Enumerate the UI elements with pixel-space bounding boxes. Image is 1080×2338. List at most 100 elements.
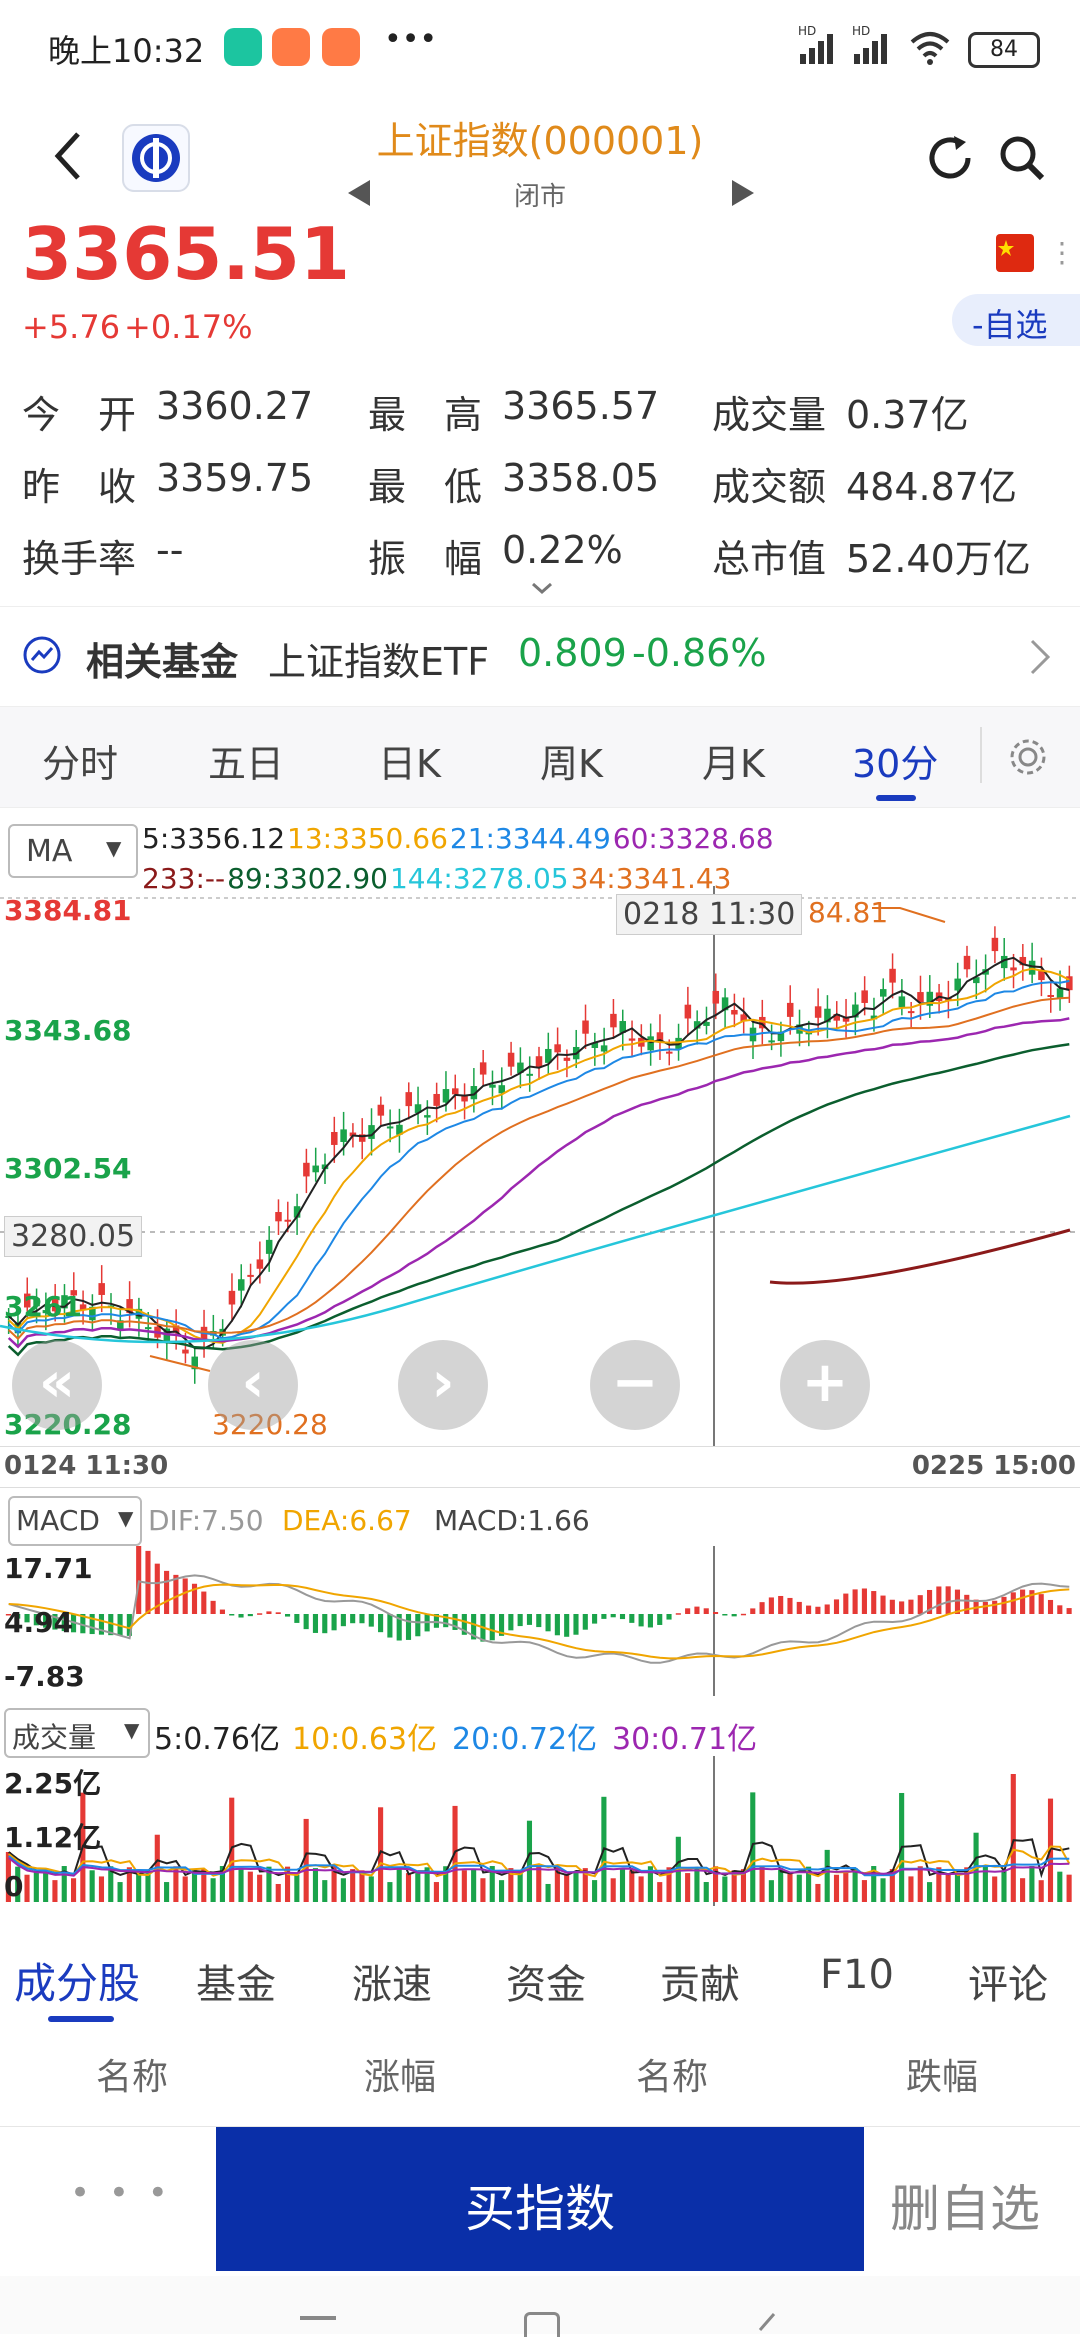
kline-candle — [238, 1279, 245, 1291]
price-change-pct: +0.17% — [124, 308, 253, 346]
back-nav-icon[interactable] — [754, 2310, 778, 2334]
macd-histogram-bar — [768, 1597, 774, 1614]
col-name: 名称 — [96, 2057, 169, 2098]
kline-candle — [340, 1129, 347, 1142]
expand-chevron-icon[interactable] — [530, 580, 554, 595]
remove-watchlist-button[interactable]: -自选 — [952, 294, 1080, 346]
volume-bar — [387, 1882, 393, 1902]
vol-y-label: 1.12亿 — [4, 1821, 102, 1854]
volume-bar — [1020, 1878, 1026, 1902]
macd-histogram-bar — [303, 1614, 309, 1630]
volume-bar — [880, 1878, 886, 1902]
kline-candle — [610, 1013, 617, 1028]
tab-monthly[interactable]: 月K — [702, 733, 765, 788]
menu-nav-icon[interactable] — [300, 2316, 336, 2320]
col-loss[interactable]: 跌幅 — [906, 2048, 978, 2100]
macd-histogram-bar — [992, 1600, 998, 1614]
volume-bar — [322, 1880, 328, 1902]
col-gain[interactable]: 涨幅 — [364, 2048, 436, 2100]
macd-histogram-bar — [294, 1614, 300, 1623]
kline-chart[interactable] — [0, 886, 1080, 1446]
volume-indicator-select[interactable]: 成交量 ▼ — [4, 1708, 150, 1758]
tab-5day[interactable]: 五日 — [208, 733, 284, 788]
kline-candle — [182, 1349, 189, 1354]
macd-histogram-bar — [415, 1614, 421, 1637]
macd-histogram-bar — [173, 1574, 179, 1614]
related-fund-row[interactable]: 相关基金 上证指数ETF 0.809 -0.86% — [0, 606, 1080, 703]
tab-intraday[interactable]: 分时 — [42, 733, 118, 788]
home-nav-icon[interactable] — [524, 2312, 560, 2337]
scroll-left-fast-button[interactable]: « — [12, 1340, 102, 1430]
more-menu-icon[interactable]: ⋮ — [1048, 236, 1076, 269]
kline-candle — [405, 1092, 412, 1107]
volume-bar — [145, 1873, 151, 1902]
kline-candle — [963, 955, 971, 970]
stat-vol-label: 成交量 — [712, 393, 827, 437]
kline-candle — [861, 990, 868, 1003]
tab-30min[interactable]: 30分 — [852, 733, 938, 788]
volume-bar — [796, 1874, 802, 1902]
volume-bar — [638, 1876, 644, 1902]
volume-bar — [1066, 1874, 1072, 1902]
stat-vol: 0.37亿 — [846, 393, 969, 437]
volume-bar — [117, 1882, 123, 1902]
stat-turnover: -- — [156, 528, 184, 572]
macd-histogram-bar — [703, 1608, 709, 1614]
kline-candle — [1028, 960, 1036, 975]
tab-comments[interactable]: 评论 — [968, 1952, 1048, 2010]
volume-bar — [33, 1871, 39, 1902]
settings-gear-icon[interactable] — [1008, 737, 1048, 777]
status-time: 晚上10:32 — [48, 32, 205, 70]
volume-bar — [564, 1874, 570, 1902]
more-actions-button[interactable]: • • • — [70, 2173, 172, 2213]
prev-stock-icon[interactable] — [344, 178, 374, 208]
kline-candle — [386, 1126, 394, 1129]
scroll-right-button[interactable]: › — [398, 1340, 488, 1430]
macd-histogram-bar — [1066, 1608, 1072, 1614]
volume-bar — [526, 1820, 533, 1902]
macd-histogram-bar — [405, 1614, 412, 1640]
scroll-left-button[interactable]: ‹ — [208, 1340, 298, 1430]
stat-amt-label: 成交额 — [712, 465, 827, 509]
constituents-header: 名称 涨幅 名称 跌幅 — [0, 2030, 1080, 2127]
macd-histogram-bar — [387, 1614, 393, 1638]
tab-funds[interactable]: 基金 — [196, 1952, 276, 2010]
ma-indicator-select[interactable]: MA ▼ — [8, 824, 138, 878]
tab-contribution[interactable]: 贡献 — [660, 1952, 740, 2010]
search-icon[interactable] — [996, 132, 1048, 184]
kline-candle — [786, 1002, 794, 1017]
macd-histogram-bar — [964, 1594, 970, 1614]
tab-daily[interactable]: 日K — [378, 733, 441, 788]
tab-f10[interactable]: F10 — [820, 1952, 894, 1998]
ma-legend-item: 21:3344.49 — [449, 822, 611, 855]
tab-capital[interactable]: 资金 — [506, 1952, 586, 2010]
kline-candle — [275, 1212, 282, 1222]
zoom-in-button[interactable]: + — [780, 1340, 870, 1430]
buy-index-button[interactable]: 买指数 — [216, 2127, 864, 2271]
tab-speed[interactable]: 涨速 — [352, 1952, 432, 2010]
volume-bar — [861, 1880, 867, 1902]
tab-constituents[interactable]: 成分股 — [14, 1950, 140, 2011]
kline-candle — [563, 1057, 571, 1061]
volume-bar — [89, 1870, 95, 1902]
macd-histogram-bar — [284, 1614, 291, 1617]
remove-watchlist-action[interactable]: 删自选 — [890, 2169, 1040, 2241]
macd-histogram-bar — [657, 1614, 663, 1625]
kline-candle — [377, 1104, 385, 1116]
stat-prev-label: 昨 收 — [22, 465, 137, 509]
tab-weekly[interactable]: 周K — [540, 733, 603, 788]
stat-turnover-label: 换手率 — [22, 537, 137, 581]
macd-histogram-bar — [712, 1612, 719, 1614]
macd-indicator-select[interactable]: MACD ▼ — [8, 1496, 142, 1546]
volume-bar — [778, 1868, 784, 1902]
macd-histogram-bar — [917, 1595, 923, 1614]
volume-bar — [1029, 1866, 1035, 1902]
macd-histogram-bar — [508, 1614, 514, 1631]
refresh-icon[interactable] — [924, 132, 976, 184]
volume-bar — [954, 1873, 961, 1902]
macd-histogram-bar — [647, 1614, 653, 1628]
volume-bar — [275, 1883, 281, 1902]
more-notifications-icon: ••• — [384, 22, 438, 57]
next-stock-icon[interactable] — [728, 178, 758, 208]
zoom-out-button[interactable]: − — [590, 1340, 680, 1430]
